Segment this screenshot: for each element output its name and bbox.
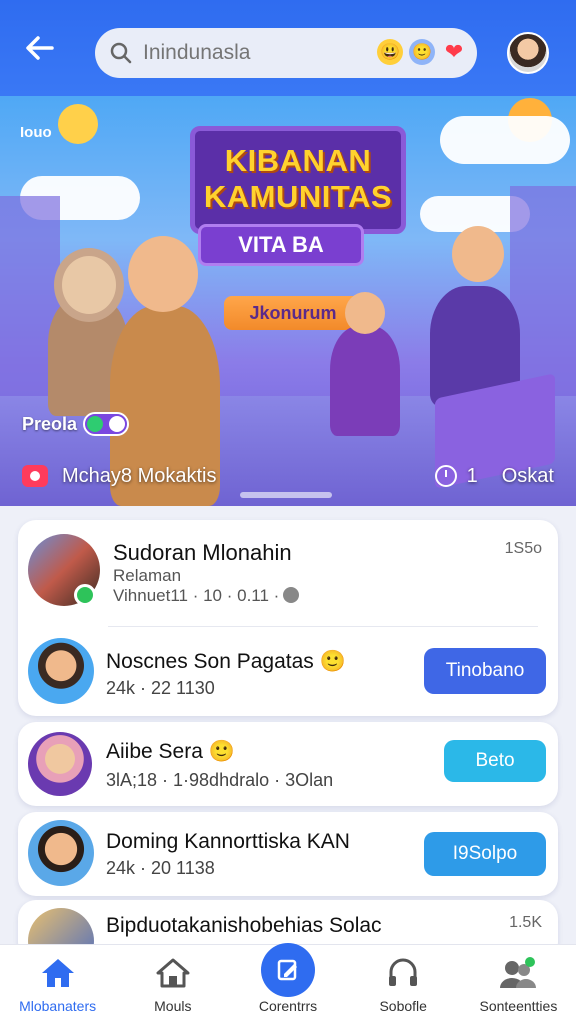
arrow-left-icon <box>26 36 54 60</box>
user-avatar[interactable] <box>28 820 94 886</box>
nav-label: Sobofle <box>379 998 427 1014</box>
search-bar[interactable]: 😃 🙂 ❤ <box>95 28 477 78</box>
banner-corner-label: Iouo <box>20 124 52 141</box>
post-author-name[interactable]: Sudoran Mlonahin <box>113 540 292 566</box>
banner-sign: KIBANAN KAMUNITAS <box>190 126 406 234</box>
profile-avatar[interactable] <box>507 32 549 74</box>
user-avatar[interactable] <box>28 638 94 704</box>
banner-side-tag: Preola <box>22 412 130 436</box>
banner-subsign: VITA BA <box>198 224 364 266</box>
banner-toggle[interactable] <box>83 412 130 436</box>
bottom-navigation: Mlobanaters Mouls Corentrrs Sobofle Sont… <box>0 943 576 1024</box>
nav-item-create[interactable]: Corentrrs <box>230 943 345 1024</box>
user-name[interactable]: Bipduotakanishobehias Solac <box>106 914 382 938</box>
banner-pill: Jkonurum <box>224 296 362 330</box>
user-name[interactable]: Noscnes Son Pagatas 🙂 <box>106 650 346 674</box>
face-emoji-icon[interactable]: 🙂 <box>409 39 435 65</box>
dancer-head <box>345 292 385 334</box>
user-name[interactable]: Aiibe Sera 🙂 <box>106 740 235 764</box>
banner-stats: 1 Oskat <box>434 464 554 488</box>
action-button[interactable]: Beto <box>444 740 546 782</box>
feed-card: Doming Kannorttiska KAN 24k · 20 1138 I9… <box>18 812 558 896</box>
carousel-indicator[interactable] <box>240 492 332 498</box>
search-icon <box>110 42 132 64</box>
jumper-head <box>452 226 504 282</box>
user-meta: 24k · 20 1138 <box>106 858 215 878</box>
smile-emoji-icon[interactable]: 😃 <box>377 39 403 65</box>
house-icon <box>156 958 190 988</box>
globe-icon <box>283 587 300 603</box>
nav-label: Sonteentties <box>479 998 558 1014</box>
nav-label: Mlobanaters <box>19 998 97 1014</box>
action-button[interactable]: I9Solpo <box>424 832 546 876</box>
nav-label: Mouls <box>154 998 192 1014</box>
follow-button[interactable]: Tinobano <box>424 648 546 694</box>
post-author-role: Relaman <box>113 566 182 585</box>
singer-head <box>128 236 198 312</box>
online-badge <box>74 584 96 606</box>
nav-item-sobofle[interactable]: Sobofle <box>346 945 461 1024</box>
people-icon <box>500 957 537 988</box>
edit-icon <box>277 959 297 981</box>
banner-title-line2: KAMUNITAS <box>203 179 393 214</box>
search-emoji-group: 😃 🙂 ❤ <box>377 39 467 65</box>
banner-side-label: Preola <box>22 413 78 434</box>
banner-title-line1: KIBANAN <box>224 143 372 178</box>
divider <box>108 626 538 627</box>
cloud-decoration <box>440 116 570 164</box>
back-button[interactable] <box>18 26 62 70</box>
heart-icon[interactable]: ❤ <box>441 39 467 65</box>
headphones-icon <box>389 958 418 986</box>
banner-caption: Mchay8 Mokaktis <box>62 464 217 487</box>
nav-item-mouls[interactable]: Mouls <box>115 945 230 1024</box>
user-avatar[interactable] <box>28 732 92 796</box>
create-button[interactable] <box>261 943 315 997</box>
home-icon <box>41 959 74 987</box>
feed-card: Sudoran Mlonahin Relaman Vihnuet11 · 10 … <box>18 520 558 716</box>
clock-icon <box>434 465 457 487</box>
sun-decoration <box>58 104 98 144</box>
post-count: 1.5K <box>509 914 542 931</box>
banner-stat-count: 1 <box>466 464 478 487</box>
post-count: 1S5o <box>504 540 542 557</box>
post-meta-text: Vihnuet11 · 10 · 0.11 · <box>113 586 280 605</box>
user-name[interactable]: Doming Kannorttiska KAN <box>106 830 350 854</box>
live-icon <box>22 465 48 487</box>
banner-stat-label: Oskat <box>501 464 554 487</box>
dancer-illustration <box>330 326 400 436</box>
feed-card: Aiibe Sera 🙂 3lA;18 · 1·98dhdralo · 3Ola… <box>18 722 558 806</box>
post-meta: Vihnuet11 · 10 · 0.11 · <box>113 586 300 606</box>
banner-info-row: Mchay8 Mokaktis 1 Oskat <box>0 456 576 496</box>
hero-banner[interactable]: Iouo KIBANAN KAMUNITAS VITA BA Jkonurum … <box>0 96 576 506</box>
nav-item-home[interactable]: Mlobanaters <box>0 945 115 1024</box>
user-meta: 24k · 22 1130 <box>106 678 215 698</box>
nav-label: Corentrrs <box>258 998 318 1014</box>
person-head <box>62 256 116 314</box>
nav-item-community[interactable]: Sonteentties <box>461 945 576 1024</box>
user-meta: 3lA;18 · 1·98dhdralo · 3Olan <box>106 770 334 790</box>
search-input[interactable] <box>143 41 373 65</box>
